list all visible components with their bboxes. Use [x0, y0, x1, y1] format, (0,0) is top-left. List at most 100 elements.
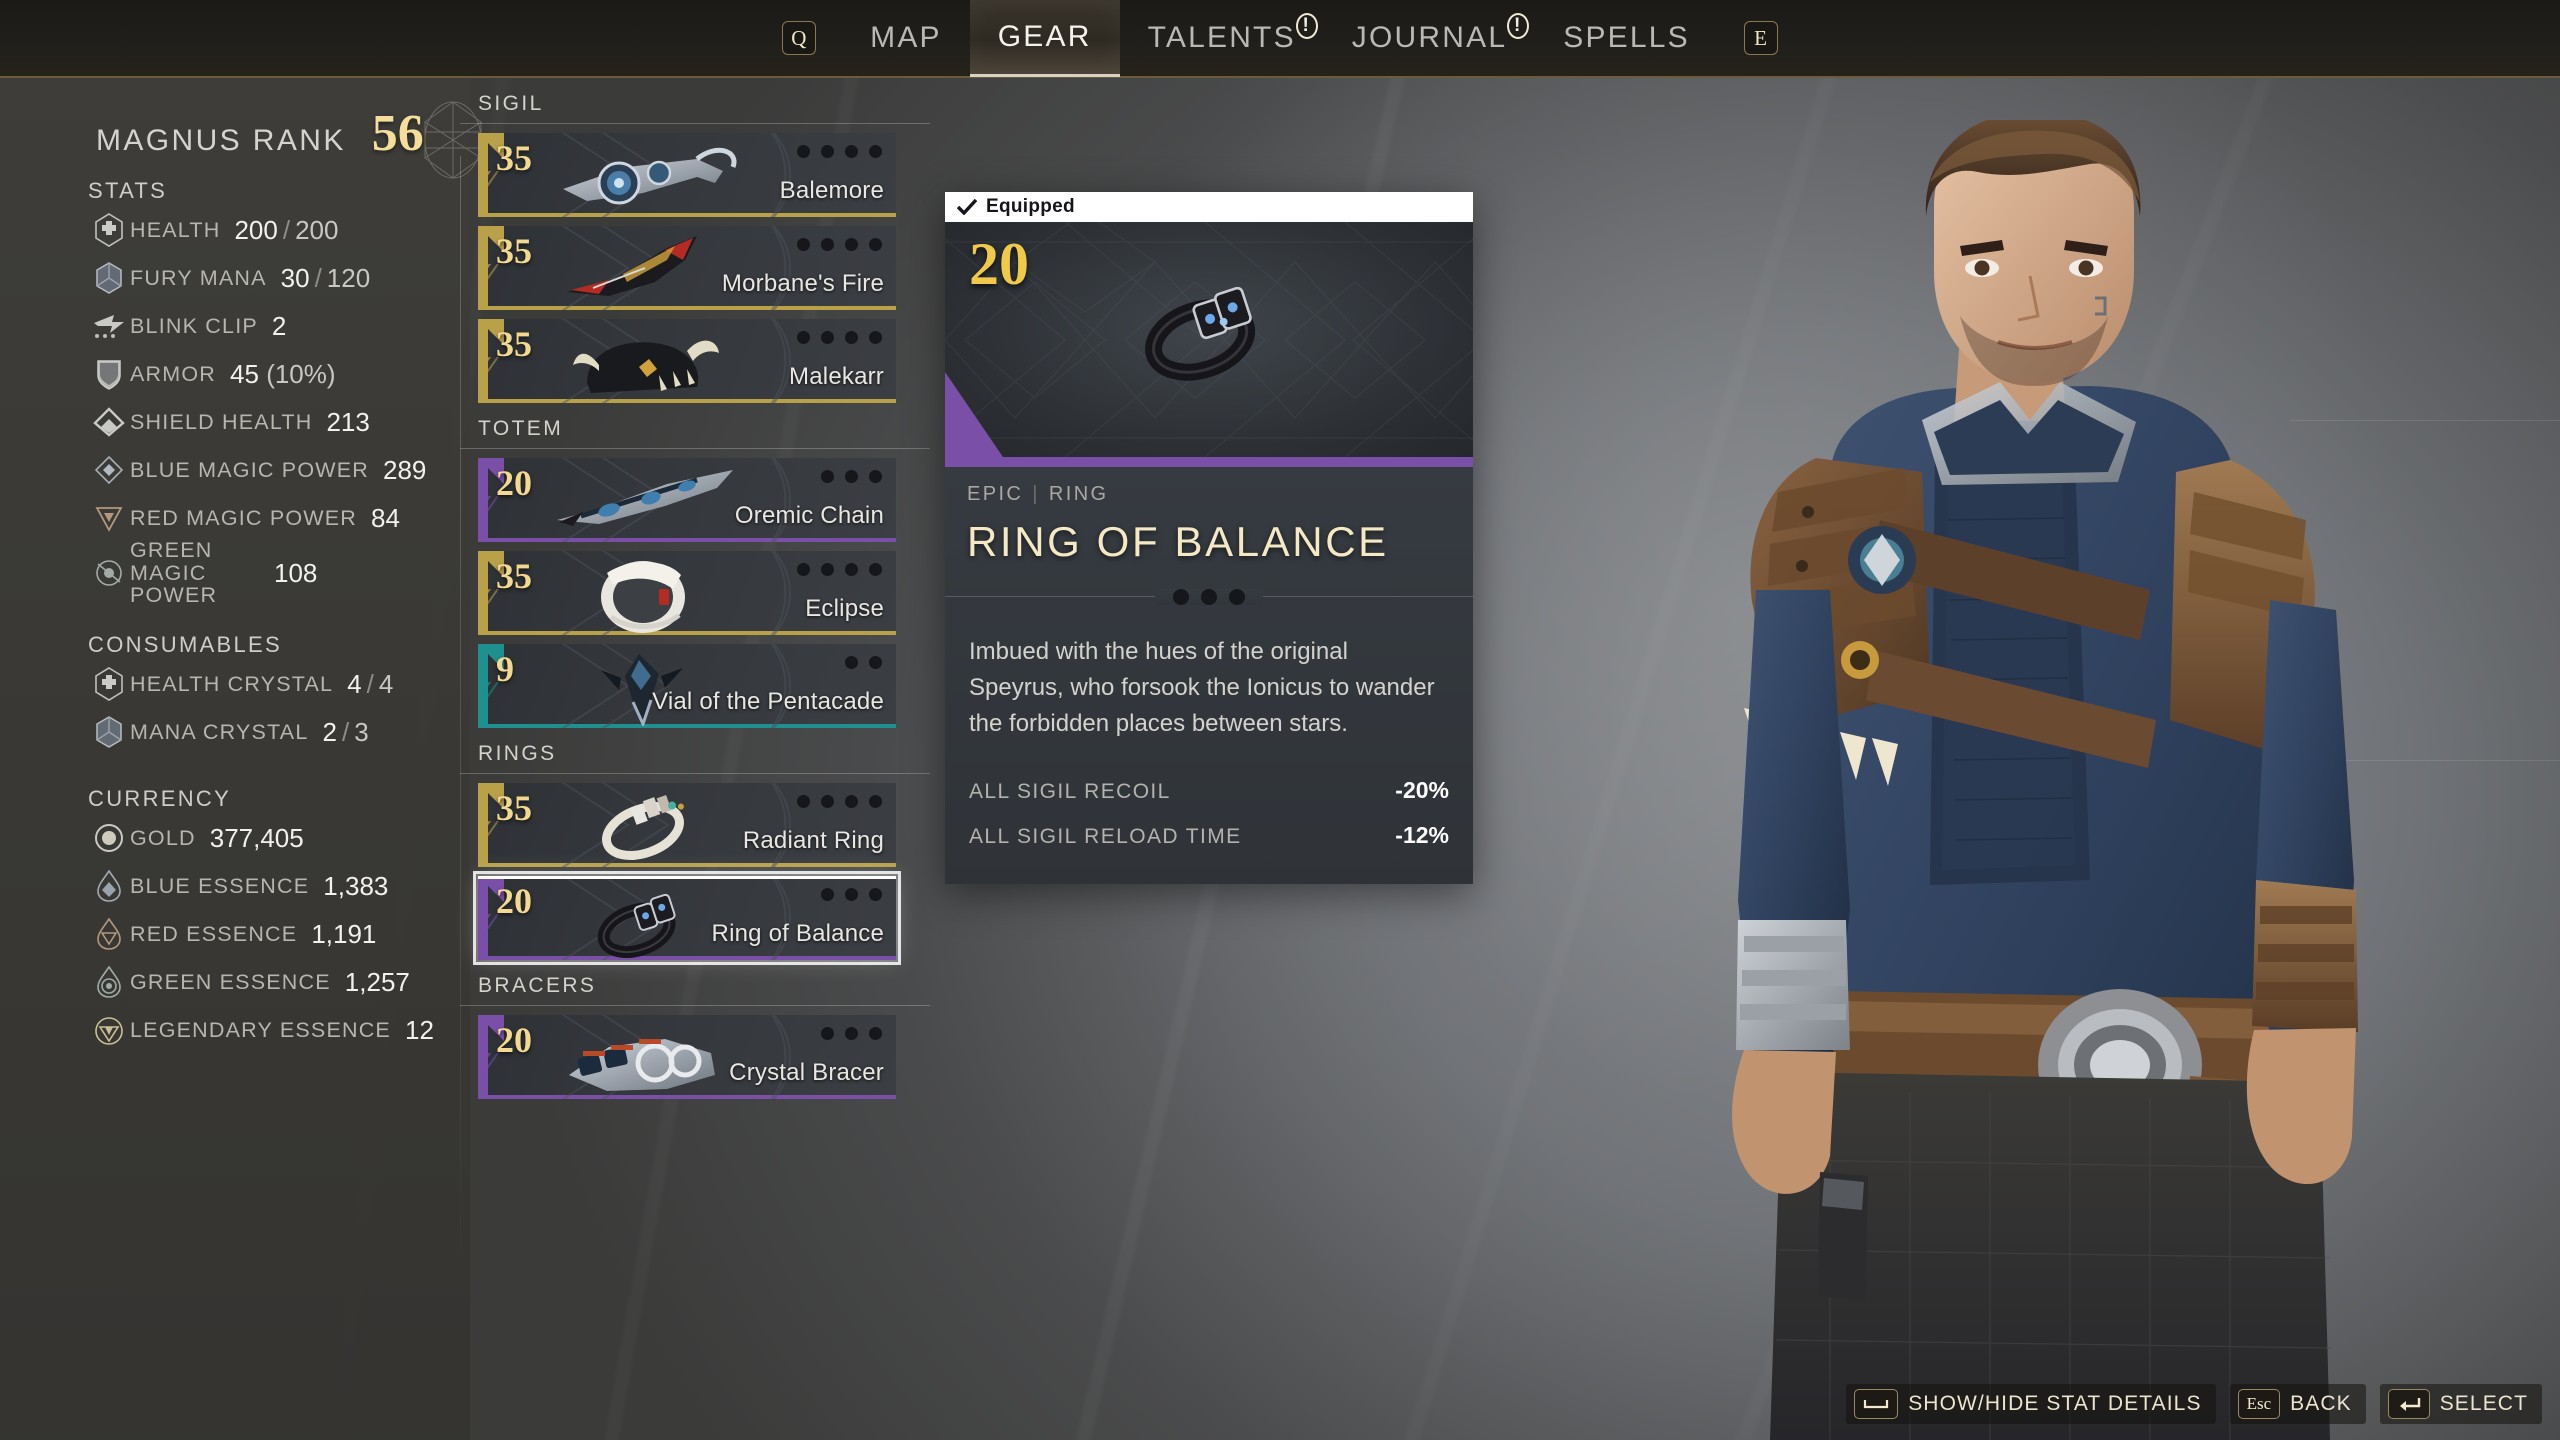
gear-card-name: Vial of the Pentacade — [652, 688, 884, 715]
esc-key: Esc — [2237, 1389, 2281, 1419]
check-icon — [957, 199, 977, 215]
legendary-essence-icon — [88, 1011, 130, 1049]
chevron-icon — [88, 403, 130, 441]
gear-card-level: 20 — [496, 881, 532, 921]
item-detail-header: EPIC | RING RING OF BALANCE — [945, 467, 1473, 576]
dots-group — [1155, 589, 1263, 605]
blink-icon — [88, 307, 130, 345]
stat-value-fury-mana: 30/120 — [280, 262, 371, 293]
talents-alert-badge-icon: ! — [1295, 13, 1318, 39]
consumable-row-mana-crystal: MANA CRYSTAL 2/3 — [88, 708, 458, 756]
tab-spells[interactable]: SPELLS — [1535, 0, 1718, 77]
tab-talents-label: TALENTS — [1147, 21, 1296, 54]
gear-card-slot-dots — [821, 470, 882, 483]
magnus-rank: MAGNUS RANK 56 — [96, 101, 482, 179]
stat-row-red-magic-power: RED MAGIC POWER 84 — [88, 494, 458, 542]
tab-journal-label: JOURNAL — [1351, 21, 1508, 54]
shield-icon — [88, 355, 130, 393]
gear-card-item-icon — [540, 323, 750, 401]
q-key-icon[interactable]: Q — [782, 21, 817, 55]
nav-left-key-slot: Q — [756, 0, 842, 77]
stat-row-blink-clip: BLINK CLIP 2 — [88, 302, 458, 350]
hint-show-hide-stat-details[interactable]: SHOW/HIDE STAT DETAILS — [1846, 1384, 2216, 1424]
stat-value-health: 200/200 — [234, 214, 339, 245]
gear-card[interactable]: 20 Ring of Balance — [473, 871, 901, 965]
magnus-rank-value: 56 — [371, 105, 424, 162]
gear-card-slot-dots — [845, 656, 882, 669]
stat-label-shield-health: SHIELD HEALTH — [130, 409, 313, 434]
stats-sidebar: MAGNUS RANK 56 STATS HEALTH 200/200 FURY… — [0, 78, 482, 1440]
gear-card[interactable]: 20 Crystal Bracer — [478, 1015, 896, 1099]
gear-card-item-icon — [540, 787, 750, 865]
gear-group-label-bracers: BRACERS — [478, 974, 597, 997]
item-detail-artwork: 20 — [945, 222, 1473, 457]
hint-label-back: BACK — [2290, 1392, 2352, 1415]
stat-value-blink-clip: 2 — [271, 310, 287, 341]
item-stat-name: ALL SIGIL RELOAD TIME — [969, 825, 1242, 848]
gear-card[interactable]: 9 Vial of the Pentacade — [478, 644, 896, 728]
item-description: Imbued with the hues of the original Spe… — [969, 638, 1435, 737]
control-hints: SHOW/HIDE STAT DETAILS Esc BACK SELECT — [1846, 1384, 2542, 1424]
stat-row-green-magic-power: GREEN MAGIC POWER 108 — [88, 538, 458, 607]
gear-card[interactable]: 35 Radiant Ring — [478, 783, 896, 867]
gear-card[interactable]: 35 Malekarr — [478, 319, 896, 403]
gear-group-label-sigil: SIGIL — [478, 92, 544, 115]
hint-select[interactable]: SELECT — [2379, 1384, 2542, 1424]
gear-card[interactable]: 35 Balemore — [478, 133, 896, 217]
gear-card[interactable]: 20 Oremic Chain — [478, 458, 896, 542]
currency-list: GOLD 377,405 BLUE ESSENCE 1,383 RED ESSE… — [88, 814, 458, 1054]
gear-card-item-icon — [540, 462, 750, 540]
consumable-value-mana-crystal: 2/3 — [322, 716, 369, 747]
currency-label-green-essence: GREEN ESSENCE — [130, 969, 331, 994]
currency-value-blue-essence: 1,383 — [323, 870, 389, 901]
item-stat-name: ALL SIGIL RECOIL — [969, 780, 1171, 803]
currency-label-legendary-essence: LEGENDARY ESSENCE — [130, 1017, 391, 1042]
mana-icon — [88, 259, 130, 297]
nav-right-key-slot: E — [1718, 0, 1804, 77]
gear-card-level: 9 — [496, 649, 514, 689]
item-rarity-label: EPIC — [967, 483, 1024, 505]
hint-label-stat-details: SHOW/HIDE STAT DETAILS — [1908, 1392, 2202, 1415]
currency-value-legendary-essence: 12 — [404, 1014, 434, 1045]
health-icon — [88, 211, 130, 249]
currency-row-blue-essence: BLUE ESSENCE 1,383 — [88, 862, 458, 910]
currency-label-red-essence: RED ESSENCE — [130, 921, 298, 946]
gear-card-slot-dots — [821, 888, 882, 901]
e-key-icon[interactable]: E — [1743, 21, 1778, 55]
gear-card-level: 35 — [496, 231, 532, 271]
tab-journal[interactable]: JOURNAL ! — [1324, 0, 1535, 77]
tab-gear-label: GEAR — [997, 19, 1092, 53]
stat-label-blink-clip: BLINK CLIP — [130, 313, 258, 338]
stat-value-green-magic-power: 108 — [274, 557, 318, 588]
character-model — [1530, 120, 2560, 1440]
hint-back[interactable]: Esc BACK — [2229, 1384, 2366, 1424]
currency-value-gold: 377,405 — [209, 822, 304, 853]
gear-card[interactable]: 35 Morbane's Fire — [478, 226, 896, 310]
top-navigation: Q MAP GEAR TALENTS ! JOURNAL ! SPELLS E — [0, 0, 2560, 78]
gear-group-label-rings: RINGS — [478, 742, 557, 765]
stat-row-armor: ARMOR 45 (10%) — [88, 350, 458, 398]
gear-card-name: Eclipse — [805, 595, 884, 622]
stat-label-health: HEALTH — [130, 217, 221, 242]
item-stat-value: -12% — [1395, 822, 1449, 848]
hint-label-select: SELECT — [2439, 1392, 2528, 1415]
item-stat-value: -20% — [1395, 777, 1449, 803]
stat-label-blue-magic-power: BLUE MAGIC POWER — [130, 457, 370, 482]
item-detail-dots — [945, 582, 1473, 612]
item-detail-body: Imbued with the hues of the original Spe… — [945, 612, 1473, 884]
stat-row-blue-magic-power: BLUE MAGIC POWER 289 — [88, 446, 458, 494]
gear-card[interactable]: 35 Eclipse — [478, 551, 896, 635]
enter-key-icon — [2387, 1389, 2430, 1419]
tab-map[interactable]: MAP — [842, 0, 970, 77]
tab-gear[interactable]: GEAR — [969, 0, 1120, 77]
blue-magic-icon — [88, 451, 130, 489]
currency-value-red-essence: 1,191 — [311, 918, 377, 949]
gear-card-name: Crystal Bracer — [729, 1059, 884, 1086]
currency-section-title: CURRENCY — [88, 786, 232, 811]
green-magic-icon — [88, 554, 130, 592]
gear-group-label-totem: TOTEM — [478, 417, 564, 440]
stat-value-armor: 45 (10%) — [230, 358, 336, 389]
gear-card-slot-dots — [797, 145, 882, 158]
gear-card-slot-dots — [797, 331, 882, 344]
tab-talents[interactable]: TALENTS ! — [1120, 0, 1324, 77]
